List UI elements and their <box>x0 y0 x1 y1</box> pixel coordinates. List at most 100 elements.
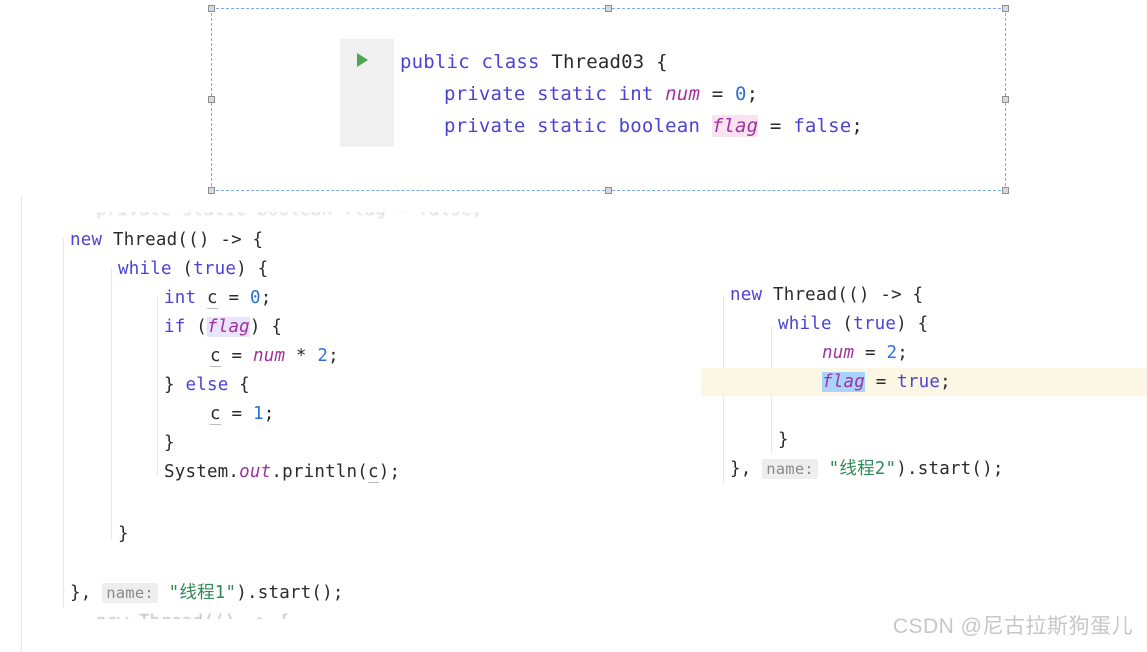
code-token: } <box>164 375 186 395</box>
code-token: "线程1" <box>168 583 237 603</box>
code-token: Thread <box>772 285 838 305</box>
code-token: private <box>444 115 526 137</box>
code-token: } <box>118 524 129 544</box>
code-token: name: <box>762 459 818 479</box>
code-token: num <box>665 83 701 105</box>
code-token: } <box>164 433 175 453</box>
code-token: true <box>897 372 941 392</box>
code-token: int <box>618 83 654 105</box>
right-line-num-equals-2: num = 2; <box>822 339 908 368</box>
code-token: = <box>864 372 898 392</box>
right-line-thread-start: }, name: "线程2").start(); <box>730 455 1004 484</box>
code-token: ( <box>171 259 194 279</box>
code-token: ; <box>263 404 275 424</box>
code-token: (() -> { <box>837 285 924 305</box>
code-token: ( <box>831 314 854 334</box>
resize-handle-middle-right[interactable] <box>1002 95 1009 103</box>
code-token: false <box>793 115 852 137</box>
left-line-close-if: } <box>164 429 175 458</box>
code-token: = <box>854 343 887 363</box>
code-token: c <box>206 288 218 309</box>
code-token: c <box>368 462 379 483</box>
code-token: Thread <box>112 230 178 250</box>
code-token: while <box>118 259 172 279</box>
code-token: c <box>210 404 221 425</box>
code-token: if <box>164 317 186 337</box>
code-token: ; <box>328 346 339 366</box>
resize-handle-bottom-left[interactable] <box>208 187 215 194</box>
left-line-c-equals-1: c = 1; <box>210 400 274 429</box>
code-token: "线程2" <box>828 459 897 479</box>
resize-handle-bottom-right[interactable] <box>1002 187 1009 194</box>
code-token: * <box>285 346 318 366</box>
code-token: { <box>644 51 668 73</box>
resize-handle-middle-left[interactable] <box>208 95 215 103</box>
code-token: } <box>778 430 789 450</box>
indent-guide <box>111 268 112 540</box>
left-line-thread-start: }, name: "线程1").start(); <box>70 579 344 608</box>
code-token: ; <box>260 288 272 308</box>
code-token: else <box>185 375 229 395</box>
code-token: .println( <box>271 462 369 482</box>
play-triangle-icon[interactable] <box>357 53 368 67</box>
code-token: 2 <box>317 346 329 366</box>
code-token: flag <box>206 317 250 337</box>
left-line-while-true: while (true) { <box>118 255 268 284</box>
right-line-flag-equals-true: flag = true; <box>822 368 951 397</box>
left-line-close-while: } <box>118 520 129 549</box>
left-line-else-brace: } else { <box>164 371 250 400</box>
code-token: ) { <box>249 317 283 337</box>
code-token: ); <box>378 462 401 482</box>
left-line-println: System.out.println(c); <box>164 458 400 487</box>
code-token: boolean <box>618 115 701 137</box>
code-token: name: <box>102 583 158 603</box>
code-token: }, <box>730 459 763 479</box>
csdn-watermark: CSDN @尼古拉斯狗蛋儿 <box>892 615 1133 638</box>
snippet-line-class-decl: public class Thread03 { <box>400 47 668 77</box>
code-token: flag <box>822 372 865 392</box>
code-token: ).start(); <box>896 459 1004 479</box>
code-token: ) { <box>896 314 929 334</box>
resize-handle-top-left[interactable] <box>208 5 215 12</box>
code-token: = <box>220 346 253 366</box>
left-line-if-flag: if (flag) { <box>164 313 282 342</box>
code-token: ).start(); <box>236 583 344 603</box>
resize-handle-top-right[interactable] <box>1002 5 1009 12</box>
indent-guide <box>63 238 64 608</box>
floating-code-selection[interactable]: public class Thread03 { private static in… <box>208 5 1009 194</box>
code-token: . <box>228 462 240 482</box>
resize-handle-bottom-center[interactable] <box>604 187 612 194</box>
indent-guide <box>157 296 158 476</box>
code-token: = <box>700 83 736 105</box>
code-token: public <box>400 51 470 73</box>
code-token: ; <box>746 83 759 105</box>
resize-handle-top-center[interactable] <box>604 5 612 12</box>
code-token: while <box>778 314 832 334</box>
code-token: num <box>822 343 855 363</box>
code-editor-background: private static boolean flag = false; new… <box>0 196 1147 652</box>
code-token: { <box>228 375 250 395</box>
clipped-line-bottom: new Thread(() -> { <box>96 612 290 632</box>
code-token: true <box>853 314 897 334</box>
code-token: 1 <box>252 404 264 424</box>
code-token: ) { <box>236 259 269 279</box>
code-token: out <box>239 462 272 482</box>
code-token: int <box>164 288 197 308</box>
code-token: = <box>220 404 253 424</box>
editor-left-rule <box>21 196 22 652</box>
code-token: (() -> { <box>177 230 264 250</box>
code-token: }, <box>70 583 103 603</box>
right-line-while-true: while (true) { <box>778 310 928 339</box>
code-token: static <box>537 115 607 137</box>
code-token: class <box>481 51 540 73</box>
